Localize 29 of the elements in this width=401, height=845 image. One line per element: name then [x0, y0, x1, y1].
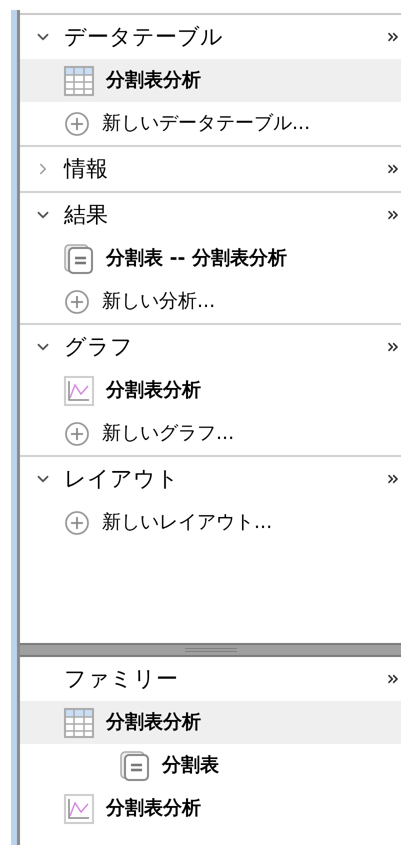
add-circle-icon [64, 510, 90, 536]
line-chart-icon [64, 794, 94, 824]
section-title: 結果 [64, 202, 109, 230]
item-label: 分割表分析 [106, 68, 201, 94]
item-label: 分割表分析 [106, 796, 201, 822]
item-label: 分割表 [162, 753, 219, 778]
document-icon [120, 750, 150, 780]
item-label: 新しいレイアウト... [102, 510, 272, 536]
section-title: データテーブル [64, 24, 224, 52]
add-circle-icon [64, 420, 90, 446]
item-label: 分割表分析 [106, 710, 201, 736]
table-icon [64, 708, 94, 738]
table-icon [64, 66, 94, 96]
item-label: 分割表分析 [106, 378, 201, 404]
item-label: 新しいデータテーブル... [102, 111, 310, 136]
list-item[interactable]: 分割表分析 [20, 59, 401, 102]
section-title: レイアウト [64, 466, 180, 494]
add-circle-icon [64, 288, 90, 314]
document-icon [64, 244, 94, 274]
splitter-handle[interactable] [20, 643, 401, 657]
list-item[interactable]: 分割表分析 [20, 701, 401, 744]
section-title: ファミリー [64, 666, 179, 694]
line-chart-icon [64, 376, 94, 406]
item-label: 分割表 -- 分割表分析 [106, 246, 288, 272]
item-label: 新しい分析... [102, 289, 216, 314]
item-label: 新しいグラフ... [102, 421, 234, 446]
section-title: 情報 [64, 156, 109, 184]
add-circle-icon [64, 110, 90, 136]
section-title: グラフ [64, 334, 134, 362]
